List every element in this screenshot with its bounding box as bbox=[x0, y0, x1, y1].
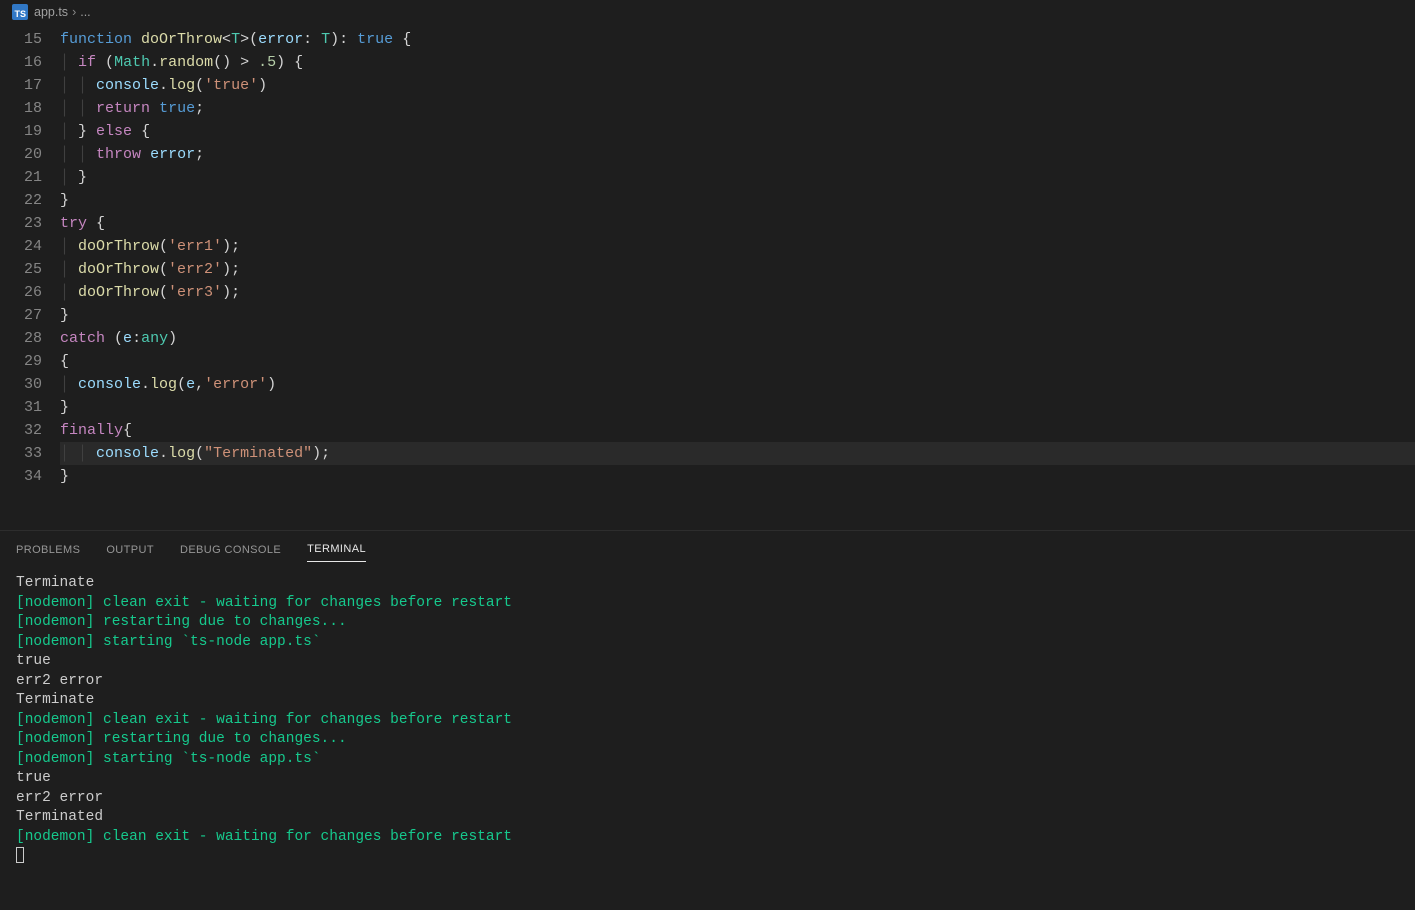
line-number: 25 bbox=[0, 258, 42, 281]
terminal-line: true bbox=[16, 652, 1399, 672]
code-content[interactable]: function doOrThrow<T>(error: T): true {│… bbox=[60, 24, 1415, 530]
terminal-line: true bbox=[16, 769, 1399, 789]
code-line[interactable]: } bbox=[60, 465, 1415, 488]
line-number: 19 bbox=[0, 120, 42, 143]
code-line[interactable]: │ doOrThrow('err2'); bbox=[60, 258, 1415, 281]
code-line[interactable]: { bbox=[60, 350, 1415, 373]
breadcrumb-file[interactable]: app.ts bbox=[34, 5, 68, 19]
line-number: 28 bbox=[0, 327, 42, 350]
terminal-line: Terminate bbox=[16, 691, 1399, 711]
terminal-output[interactable]: Terminate[nodemon] clean exit - waiting … bbox=[0, 566, 1415, 910]
line-number: 18 bbox=[0, 97, 42, 120]
line-number: 23 bbox=[0, 212, 42, 235]
code-line[interactable]: │ doOrThrow('err1'); bbox=[60, 235, 1415, 258]
line-number: 33 bbox=[0, 442, 42, 465]
line-number: 22 bbox=[0, 189, 42, 212]
line-number: 16 bbox=[0, 51, 42, 74]
terminal-line: [nodemon] clean exit - waiting for chang… bbox=[16, 711, 1399, 731]
panel-tab-output[interactable]: OUTPUT bbox=[106, 536, 154, 562]
code-line[interactable]: } bbox=[60, 189, 1415, 212]
code-line[interactable]: try { bbox=[60, 212, 1415, 235]
line-number: 20 bbox=[0, 143, 42, 166]
breadcrumb[interactable]: TS app.ts › ... bbox=[0, 0, 1415, 24]
code-line[interactable]: function doOrThrow<T>(error: T): true { bbox=[60, 28, 1415, 51]
code-line[interactable]: │ console.log(e,'error') bbox=[60, 373, 1415, 396]
code-line[interactable]: │ doOrThrow('err3'); bbox=[60, 281, 1415, 304]
line-number: 27 bbox=[0, 304, 42, 327]
line-number: 24 bbox=[0, 235, 42, 258]
line-number-gutter: 1516171819202122232425262728293031323334 bbox=[0, 24, 60, 530]
line-number: 34 bbox=[0, 465, 42, 488]
code-line[interactable]: } bbox=[60, 304, 1415, 327]
terminal-line: [nodemon] restarting due to changes... bbox=[16, 613, 1399, 633]
code-line[interactable]: │ │ console.log("Terminated"); bbox=[60, 442, 1415, 465]
line-number: 21 bbox=[0, 166, 42, 189]
terminal-line: [nodemon] starting `ts-node app.ts` bbox=[16, 750, 1399, 770]
code-line[interactable]: │ } bbox=[60, 166, 1415, 189]
bottom-panel: PROBLEMS OUTPUT DEBUG CONSOLE TERMINAL Term… bbox=[0, 530, 1415, 910]
line-number: 15 bbox=[0, 28, 42, 51]
line-number: 17 bbox=[0, 74, 42, 97]
panel-tab-problems[interactable]: PROBLEMS bbox=[16, 536, 80, 562]
panel-tab-debug-console[interactable]: DEBUG CONSOLE bbox=[180, 536, 281, 562]
terminal-line: [nodemon] restarting due to changes... bbox=[16, 730, 1399, 750]
line-number: 32 bbox=[0, 419, 42, 442]
terminal-line: err2 error bbox=[16, 672, 1399, 692]
code-line[interactable]: │ │ return true; bbox=[60, 97, 1415, 120]
typescript-file-icon: TS bbox=[12, 4, 28, 20]
terminal-line: [nodemon] starting `ts-node app.ts` bbox=[16, 633, 1399, 653]
panel-tab-terminal[interactable]: TERMINAL bbox=[307, 535, 366, 562]
code-line[interactable]: │ } else { bbox=[60, 120, 1415, 143]
line-number: 30 bbox=[0, 373, 42, 396]
line-number: 31 bbox=[0, 396, 42, 419]
code-line[interactable]: │ │ throw error; bbox=[60, 143, 1415, 166]
editor[interactable]: 1516171819202122232425262728293031323334… bbox=[0, 24, 1415, 530]
terminal-line: Terminated bbox=[16, 808, 1399, 828]
code-line[interactable]: finally{ bbox=[60, 419, 1415, 442]
line-number: 26 bbox=[0, 281, 42, 304]
terminal-line: Terminate bbox=[16, 574, 1399, 594]
breadcrumb-trail[interactable]: ... bbox=[80, 5, 90, 19]
terminal-line: err2 error bbox=[16, 789, 1399, 809]
panel-tabs: PROBLEMS OUTPUT DEBUG CONSOLE TERMINAL bbox=[0, 531, 1415, 566]
terminal-line: [nodemon] clean exit - waiting for chang… bbox=[16, 828, 1399, 848]
terminal-line: [nodemon] clean exit - waiting for chang… bbox=[16, 594, 1399, 614]
code-line[interactable]: catch (e:any) bbox=[60, 327, 1415, 350]
breadcrumb-separator: › bbox=[72, 5, 76, 19]
terminal-cursor bbox=[16, 847, 24, 863]
line-number: 29 bbox=[0, 350, 42, 373]
code-line[interactable]: } bbox=[60, 396, 1415, 419]
code-line[interactable]: │ if (Math.random() > .5) { bbox=[60, 51, 1415, 74]
code-line[interactable]: │ │ console.log('true') bbox=[60, 74, 1415, 97]
terminal-cursor-line[interactable] bbox=[16, 847, 1399, 867]
